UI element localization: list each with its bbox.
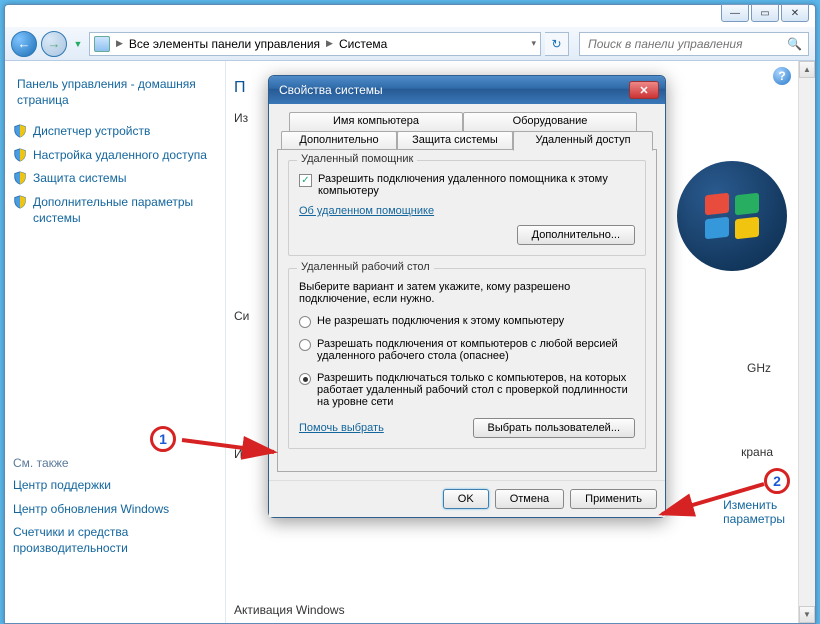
sidebar-link-advanced-settings[interactable]: Дополнительные параметры системы [13, 195, 217, 226]
sidebar-link-label: Защита системы [33, 171, 126, 187]
nav-history-dropdown[interactable]: ▼ [71, 34, 85, 54]
about-remote-assistance-link[interactable]: Об удаленном помощнике [299, 205, 635, 217]
select-users-button[interactable]: Выбрать пользователей... [473, 418, 636, 438]
activation-heading: Активация Windows [234, 603, 345, 617]
search-input[interactable] [586, 36, 781, 52]
sidebar-link-device-manager[interactable]: Диспетчер устройств [13, 124, 217, 140]
help-icon[interactable]: ? [773, 67, 791, 85]
change-settings-link[interactable]: Изменитьпараметры [723, 498, 785, 526]
radio-label: Разрешать подключения от компьютеров с л… [317, 338, 635, 362]
dialog-titlebar[interactable]: Свойства системы ✕ [269, 76, 665, 104]
sidebar-link-system-protection[interactable]: Защита системы [13, 171, 217, 187]
window-maximize-button[interactable]: ▭ [751, 4, 779, 22]
help-choose-link[interactable]: Помочь выбрать [299, 422, 384, 434]
control-panel-icon [94, 36, 110, 52]
shield-icon [13, 148, 27, 162]
remote-assistance-advanced-button[interactable]: Дополнительно... [517, 225, 635, 245]
address-dropdown-icon[interactable]: ▾ [531, 38, 536, 49]
checkbox-label: Разрешить подключения удаленного помощни… [318, 173, 635, 197]
group-legend: Удаленный рабочий стол [297, 261, 434, 273]
ok-button[interactable]: OK [443, 489, 489, 509]
tab-computer-name[interactable]: Имя компьютера [289, 112, 463, 132]
tab-remote[interactable]: Удаленный доступ [513, 131, 653, 151]
sidebar-link-label: Диспетчер устройств [33, 124, 150, 140]
see-also-link[interactable]: Счетчики и средства производительности [13, 525, 217, 556]
sidebar-link-label: Дополнительные параметры системы [33, 195, 217, 226]
see-also-header: См. также [13, 456, 217, 470]
text-fragment: И [234, 447, 243, 461]
search-box[interactable]: 🔍 [579, 32, 809, 56]
tab-system-protection[interactable]: Защита системы [397, 131, 513, 151]
tab-hardware[interactable]: Оборудование [463, 112, 637, 132]
system-properties-dialog: Свойства системы ✕ Имя компьютера Оборуд… [268, 75, 666, 518]
nav-forward-button[interactable]: → [41, 31, 67, 57]
text-fragment: крана [741, 445, 773, 459]
text-fragment: Си [234, 309, 249, 323]
breadcrumb-item[interactable]: Система [339, 37, 387, 51]
breadcrumb-item[interactable]: Все элементы панели управления [129, 37, 320, 51]
tab-advanced[interactable]: Дополнительно [281, 131, 397, 151]
breadcrumb-arrow-icon: ▶ [116, 38, 123, 49]
group-legend: Удаленный помощник [297, 153, 417, 165]
window-minimize-button[interactable]: — [721, 4, 749, 22]
radio-dont-allow[interactable] [299, 316, 311, 328]
shield-icon [13, 124, 27, 138]
scroll-up-button[interactable]: ▲ [799, 61, 815, 78]
apply-button[interactable]: Применить [570, 489, 657, 509]
radio-label: Разрешить подключаться только с компьюте… [317, 372, 635, 408]
dialog-title: Свойства системы [279, 83, 629, 97]
breadcrumb-arrow-icon: ▶ [326, 38, 333, 49]
text-fragment: GHz [747, 361, 771, 375]
sidebar: Панель управления - домашняя страница Ди… [5, 61, 225, 623]
search-icon[interactable]: 🔍 [787, 37, 802, 51]
window-close-button[interactable]: ✕ [781, 4, 809, 22]
radio-label: Не разрешать подключения к этому компьют… [317, 315, 564, 327]
address-bar[interactable]: ▶ Все элементы панели управления ▶ Систе… [89, 32, 541, 56]
sidebar-link-label: Настройка удаленного доступа [33, 148, 207, 164]
remote-desktop-group: Удаленный рабочий стол Выберите вариант … [288, 268, 646, 449]
shield-icon [13, 195, 27, 209]
see-also-link[interactable]: Центр поддержки [13, 478, 217, 494]
see-also-link[interactable]: Центр обновления Windows [13, 502, 217, 518]
annotation-badge-1: 1 [150, 426, 176, 452]
scroll-down-button[interactable]: ▼ [799, 606, 815, 623]
shield-icon [13, 171, 27, 185]
nav-back-button[interactable]: ← [11, 31, 37, 57]
scrollbar[interactable]: ▲ ▼ [798, 61, 815, 623]
explorer-navbar: ← → ▼ ▶ Все элементы панели управления ▶… [5, 27, 815, 61]
cancel-button[interactable]: Отмена [495, 489, 564, 509]
radio-allow-nla[interactable] [299, 373, 311, 385]
annotation-badge-2: 2 [764, 468, 790, 494]
sidebar-link-remote-settings[interactable]: Настройка удаленного доступа [13, 148, 217, 164]
refresh-button[interactable]: ↻ [545, 32, 569, 56]
windows-logo [677, 161, 787, 271]
dialog-close-button[interactable]: ✕ [629, 81, 659, 99]
group-description: Выберите вариант и затем укажите, кому р… [299, 281, 635, 305]
radio-allow-any[interactable] [299, 339, 311, 351]
remote-assistance-group: Удаленный помощник ✓ Разрешить подключен… [288, 160, 646, 256]
allow-remote-assistance-checkbox[interactable]: ✓ [299, 174, 312, 187]
control-panel-home-link[interactable]: Панель управления - домашняя страница [17, 77, 217, 108]
